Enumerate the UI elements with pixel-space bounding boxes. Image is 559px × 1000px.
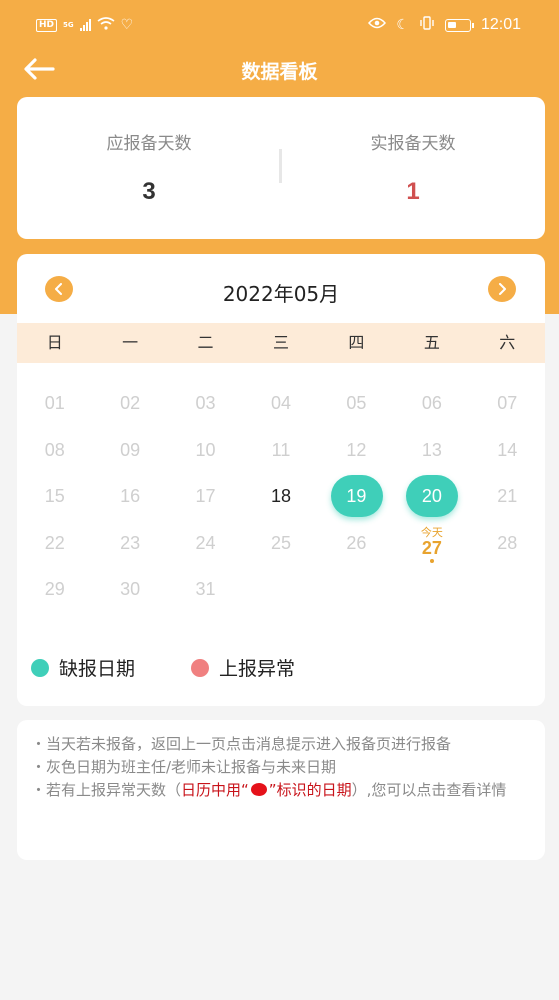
legend-abnormal: 上报异常 xyxy=(191,654,295,681)
legend: 缺报日期 上报异常 xyxy=(17,654,545,694)
calendar-day[interactable]: 12 xyxy=(319,427,394,473)
expected-days-value: 3 xyxy=(142,178,156,205)
days-grid: 01 02 03 04 05 06 07 08 09 10 11 12 13 14 15 16 17 18 19 20… xyxy=(17,363,545,643)
calendar-day[interactable]: 04 xyxy=(243,380,318,426)
day-number: 19 xyxy=(346,486,367,506)
next-month-button[interactable] xyxy=(488,276,516,302)
summary-card: 应报备天数 3 实报备天数 1 xyxy=(17,97,545,239)
calendar-day-missed[interactable]: 19 xyxy=(319,473,394,519)
calendar-day[interactable]: 13 xyxy=(394,427,469,473)
weekday-label: 二 xyxy=(197,333,214,352)
calendar-day[interactable]: 28 xyxy=(470,520,545,566)
calendar-card: 2022年05月 日一二三四五六 01 02 03 04 05 06 07 08 09 10 11 1… xyxy=(17,254,545,706)
wifi-icon xyxy=(97,17,115,33)
calendar-day[interactable]: 05 xyxy=(319,380,394,426)
heart-icon: ♡ xyxy=(120,17,134,33)
calendar-day[interactable]: 08 xyxy=(17,427,92,473)
note-line-2: ・灰色日期为班主任/老师未让报备与未来日期 xyxy=(31,758,337,776)
month-title: 2022年05月 xyxy=(222,282,340,306)
calendar-day[interactable]: 29 xyxy=(17,566,92,612)
calendar-day[interactable]: 26 xyxy=(319,520,394,566)
red-dot-icon xyxy=(250,783,267,796)
calendar-day[interactable]: 06 xyxy=(394,380,469,426)
legend-missed-label: 缺报日期 xyxy=(59,658,136,680)
weekday-label: 日 xyxy=(46,333,63,352)
actual-days-label: 实报备天数 xyxy=(370,134,456,154)
clock: 12:01 xyxy=(480,16,521,33)
page-title: 数据看板 xyxy=(241,61,318,83)
network-type: 5G xyxy=(63,20,74,29)
calendar-day[interactable]: 15 xyxy=(17,473,92,519)
note-line-1: ・当天若未报备，返回上一页点击消息提示进入报备页进行报备 xyxy=(31,735,452,753)
calendar-day[interactable]: 30 xyxy=(92,566,167,612)
actual-days-stat[interactable]: 实报备天数 1 xyxy=(281,97,545,239)
calendar-day[interactable]: 07 xyxy=(470,380,545,426)
calendar-day[interactable]: 24 xyxy=(168,520,243,566)
calendar-day-missed[interactable]: 20 xyxy=(394,473,469,519)
calendar-day[interactable]: 17 xyxy=(168,473,243,519)
legend-missed-dot xyxy=(31,658,49,677)
note-line-3-red-a: 日历中用“ xyxy=(181,781,249,799)
actual-days-value: 1 xyxy=(406,178,420,205)
calendar-header: 2022年05月 xyxy=(17,254,545,323)
day-number: 20 xyxy=(421,486,442,506)
battery-icon xyxy=(444,18,474,32)
note-line-3-prefix: ・若有上报异常天数（ xyxy=(31,781,182,799)
today-dot xyxy=(429,558,434,563)
legend-abnormal-dot xyxy=(191,658,209,677)
calendar-day[interactable]: 16 xyxy=(92,473,167,519)
notes-card: ・当天若未报备，返回上一页点击消息提示进入报备页进行报备 ・灰色日期为班主任/老… xyxy=(17,720,545,860)
calendar-day[interactable]: 03 xyxy=(168,380,243,426)
weekday-label: 一 xyxy=(122,333,139,352)
moon-icon: ☾ xyxy=(396,17,409,33)
expected-days-stat[interactable]: 应报备天数 3 xyxy=(17,97,281,239)
eye-icon xyxy=(368,17,387,33)
calendar-day-active[interactable]: 18 xyxy=(243,473,318,519)
day-number: 27 xyxy=(421,537,442,558)
calendar-day[interactable]: 09 xyxy=(92,427,167,473)
hd-indicator: HD xyxy=(36,18,58,32)
weekday-row: 日一二三四五六 xyxy=(17,323,545,363)
note-line-3: ・若有上报异常天数（日历中用“ ”标识的日期）,您可以点击查看详情 xyxy=(31,779,531,802)
calendar-day[interactable]: 11 xyxy=(243,427,318,473)
calendar-day[interactable]: 21 xyxy=(470,473,545,519)
legend-abnormal-label: 上报异常 xyxy=(219,658,296,680)
calendar-day-today[interactable]: 今天 27 xyxy=(394,524,469,570)
weekday-label: 六 xyxy=(499,333,516,352)
calendar-day[interactable]: 23 xyxy=(92,520,167,566)
calendar-day[interactable]: 14 xyxy=(470,427,545,473)
note-line-3-red-b: ”标识的日期 xyxy=(268,781,352,799)
calendar-day[interactable]: 02 xyxy=(92,380,167,426)
calendar-day[interactable]: 01 xyxy=(17,380,92,426)
vibrate-icon xyxy=(419,16,435,34)
status-bar: HD 5G ♡ ☾ 12:01 xyxy=(0,0,559,50)
expected-days-label: 应报备天数 xyxy=(106,134,192,154)
calendar-day[interactable]: 25 xyxy=(243,520,318,566)
calendar-day[interactable]: 22 xyxy=(17,520,92,566)
weekday-label: 四 xyxy=(348,333,365,352)
legend-missed: 缺报日期 xyxy=(31,654,135,681)
calendar-day[interactable]: 10 xyxy=(168,427,243,473)
note-line-3-suffix: ）,您可以点击查看详情 xyxy=(351,781,507,799)
signal-icon xyxy=(79,19,91,31)
weekday-label: 五 xyxy=(423,333,440,352)
weekday-label: 三 xyxy=(272,333,289,352)
chevron-right-icon xyxy=(499,283,506,295)
calendar-day[interactable]: 31 xyxy=(168,566,243,612)
